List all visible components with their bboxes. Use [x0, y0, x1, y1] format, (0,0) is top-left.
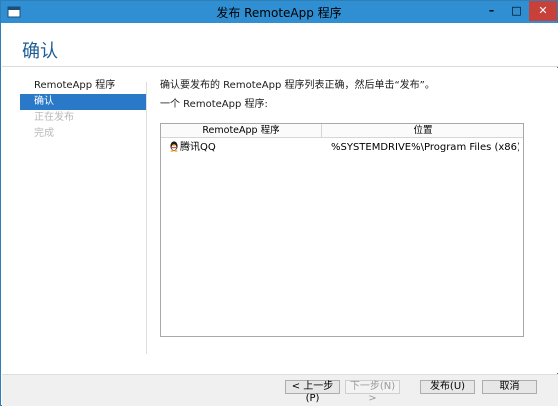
step-complete: 完成: [34, 128, 54, 139]
maximize-icon: □: [511, 4, 522, 17]
page-header: 确认: [2, 23, 558, 67]
window-title: 发布 RemoteApp 程序: [216, 6, 342, 20]
cancel-button[interactable]: 取消: [482, 380, 537, 394]
wizard-steps-nav: RemoteApp 程序 确认 正在发布 完成: [20, 78, 146, 142]
button-bar: < 上一步(P) 下一步(N) > 发布(U) 取消: [2, 374, 558, 406]
minimize-icon: –: [488, 4, 495, 17]
main-content: 确认要发布的 RemoteApp 程序列表正确，然后单击“发布”。 一个 Rem…: [160, 78, 542, 337]
program-name: 腾讯QQ: [180, 142, 216, 153]
list-item[interactable]: 腾讯QQ %SYSTEMDRIVE%\Program Files (x86)\T…: [161, 139, 523, 155]
program-location: %SYSTEMDRIVE%\Program Files (x86)\Tenc..…: [331, 142, 519, 153]
instruction-text: 确认要发布的 RemoteApp 程序列表正确，然后单击“发布”。: [160, 80, 435, 91]
qq-penguin-icon: [170, 141, 178, 152]
column-header-program[interactable]: RemoteApp 程序: [161, 124, 322, 138]
publish-button[interactable]: 发布(U): [420, 380, 475, 394]
previous-button[interactable]: < 上一步(P): [285, 380, 340, 404]
step-confirm[interactable]: 确认: [20, 94, 146, 110]
nav-divider: [146, 82, 147, 354]
column-header-location[interactable]: 位置: [323, 124, 523, 138]
wizard-body: RemoteApp 程序 确认 正在发布 完成 确认要发布的 RemoteApp…: [2, 68, 558, 373]
close-icon: ✕: [538, 4, 548, 17]
page-title: 确认: [22, 41, 58, 62]
step-publishing: 正在发布: [34, 112, 74, 123]
list-header: RemoteApp 程序 位置: [161, 124, 523, 138]
close-button[interactable]: ✕: [529, 1, 557, 21]
minimize-button[interactable]: –: [479, 1, 504, 21]
list-title: 一个 RemoteApp 程序:: [160, 99, 268, 110]
dialog-window: 发布 RemoteApp 程序 – □ ✕ 确认 RemoteApp 程序 确认…: [0, 0, 558, 406]
step-remoteapp-programs[interactable]: RemoteApp 程序: [20, 78, 146, 94]
program-list[interactable]: RemoteApp 程序 位置 腾讯QQ %SYSTEMDRIVE%\Progr…: [160, 123, 524, 337]
next-button[interactable]: 下一步(N) >: [345, 380, 400, 404]
program-name-cell: 腾讯QQ: [169, 141, 319, 154]
maximize-button[interactable]: □: [504, 1, 529, 21]
title-bar[interactable]: 发布 RemoteApp 程序 – □ ✕: [1, 1, 557, 23]
